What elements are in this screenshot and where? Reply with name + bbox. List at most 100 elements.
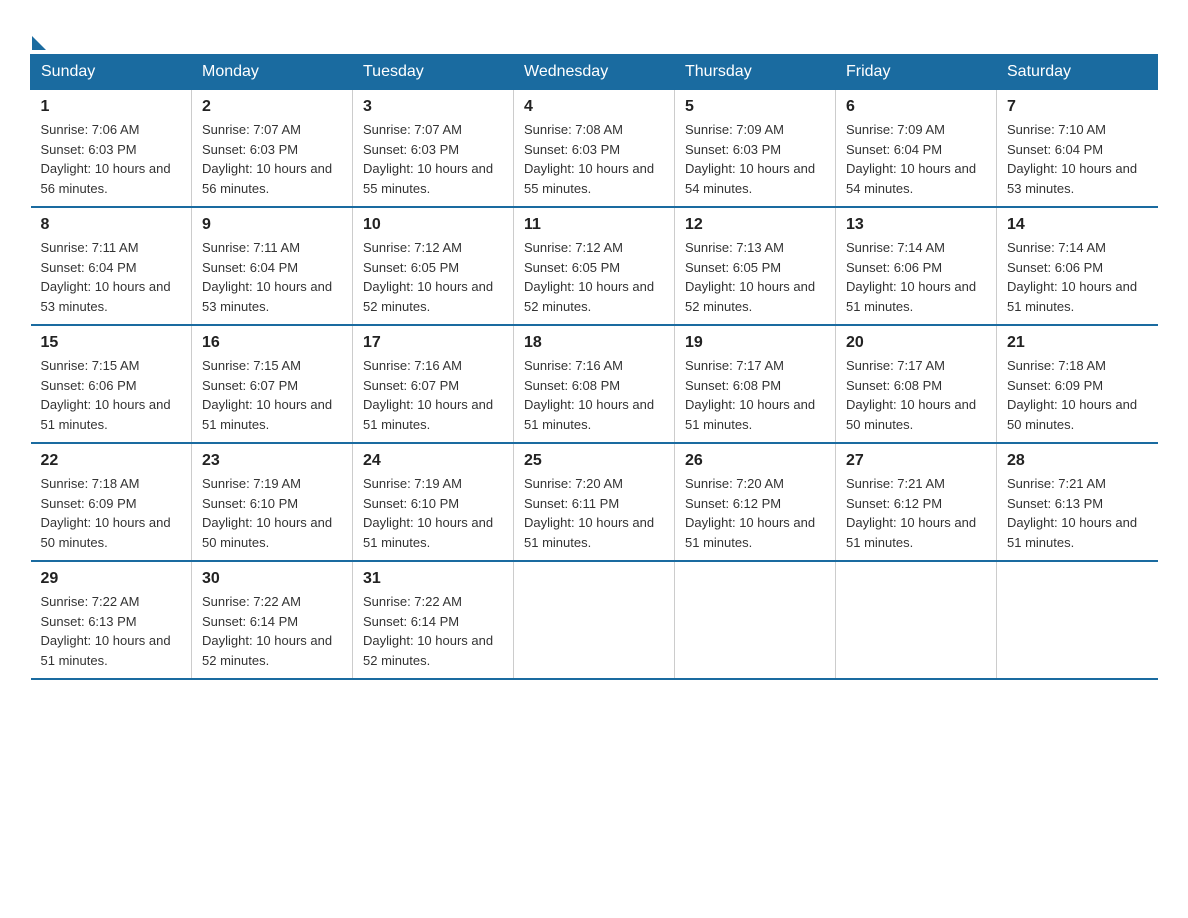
- calendar-header-row: SundayMondayTuesdayWednesdayThursdayFrid…: [31, 55, 1158, 90]
- day-number: 1: [41, 98, 182, 116]
- day-number: 18: [524, 334, 664, 352]
- day-number: 20: [846, 334, 986, 352]
- logo: [30, 30, 46, 46]
- day-info: Sunrise: 7:16 AMSunset: 6:07 PMDaylight:…: [363, 356, 503, 434]
- calendar-cell: [675, 561, 836, 679]
- day-number: 26: [685, 452, 825, 470]
- calendar-cell: 19 Sunrise: 7:17 AMSunset: 6:08 PMDayligh…: [675, 325, 836, 443]
- header-day-saturday: Saturday: [997, 55, 1158, 90]
- day-number: 5: [685, 98, 825, 116]
- calendar-cell: 10Sunrise: 7:12 AMSunset: 6:05 PMDayligh…: [353, 207, 514, 325]
- day-info: Sunrise: 7:14 AMSunset: 6:06 PMDaylight:…: [846, 238, 986, 316]
- calendar-table: SundayMondayTuesdayWednesdayThursdayFrid…: [30, 54, 1158, 680]
- day-info: Sunrise: 7:10 AMSunset: 6:04 PMDaylight:…: [1007, 120, 1148, 198]
- calendar-cell: 5 Sunrise: 7:09 AMSunset: 6:03 PMDaylight…: [675, 90, 836, 208]
- day-info: Sunrise: 7:14 AMSunset: 6:06 PMDaylight:…: [1007, 238, 1148, 316]
- calendar-cell: 24 Sunrise: 7:19 AMSunset: 6:10 PMDayligh…: [353, 443, 514, 561]
- day-number: 6: [846, 98, 986, 116]
- day-number: 19: [685, 334, 825, 352]
- day-info: Sunrise: 7:18 AMSunset: 6:09 PMDaylight:…: [41, 474, 182, 552]
- day-info: Sunrise: 7:17 AMSunset: 6:08 PMDaylight:…: [685, 356, 825, 434]
- day-info: Sunrise: 7:20 AMSunset: 6:12 PMDaylight:…: [685, 474, 825, 552]
- day-number: 13: [846, 216, 986, 234]
- calendar-cell: 11Sunrise: 7:12 AMSunset: 6:05 PMDayligh…: [514, 207, 675, 325]
- header-day-tuesday: Tuesday: [353, 55, 514, 90]
- calendar-cell: 8 Sunrise: 7:11 AMSunset: 6:04 PMDaylight…: [31, 207, 192, 325]
- day-number: 16: [202, 334, 342, 352]
- day-info: Sunrise: 7:18 AMSunset: 6:09 PMDaylight:…: [1007, 356, 1148, 434]
- calendar-cell: 2 Sunrise: 7:07 AMSunset: 6:03 PMDaylight…: [192, 90, 353, 208]
- day-number: 14: [1007, 216, 1148, 234]
- day-info: Sunrise: 7:07 AMSunset: 6:03 PMDaylight:…: [363, 120, 503, 198]
- day-number: 10: [363, 216, 503, 234]
- day-number: 22: [41, 452, 182, 470]
- day-number: 30: [202, 570, 342, 588]
- calendar-cell: 20 Sunrise: 7:17 AMSunset: 6:08 PMDayligh…: [836, 325, 997, 443]
- day-number: 21: [1007, 334, 1148, 352]
- day-number: 11: [524, 216, 664, 234]
- calendar-cell: 9Sunrise: 7:11 AMSunset: 6:04 PMDaylight…: [192, 207, 353, 325]
- calendar-cell: 21 Sunrise: 7:18 AMSunset: 6:09 PMDayligh…: [997, 325, 1158, 443]
- day-number: 24: [363, 452, 503, 470]
- calendar-cell: [836, 561, 997, 679]
- day-number: 25: [524, 452, 664, 470]
- calendar-week-row: 8 Sunrise: 7:11 AMSunset: 6:04 PMDaylight…: [31, 207, 1158, 325]
- day-info: Sunrise: 7:11 AMSunset: 6:04 PMDaylight:…: [41, 238, 182, 316]
- day-info: Sunrise: 7:09 AMSunset: 6:03 PMDaylight:…: [685, 120, 825, 198]
- day-number: 15: [41, 334, 182, 352]
- day-number: 8: [41, 216, 182, 234]
- day-number: 29: [41, 570, 182, 588]
- day-number: 3: [363, 98, 503, 116]
- calendar-cell: 4Sunrise: 7:08 AMSunset: 6:03 PMDaylight…: [514, 90, 675, 208]
- day-info: Sunrise: 7:15 AMSunset: 6:07 PMDaylight:…: [202, 356, 342, 434]
- calendar-cell: 7Sunrise: 7:10 AMSunset: 6:04 PMDaylight…: [997, 90, 1158, 208]
- day-info: Sunrise: 7:07 AMSunset: 6:03 PMDaylight:…: [202, 120, 342, 198]
- calendar-cell: 12 Sunrise: 7:13 AMSunset: 6:05 PMDayligh…: [675, 207, 836, 325]
- header: [30, 20, 1158, 46]
- day-info: Sunrise: 7:19 AMSunset: 6:10 PMDaylight:…: [202, 474, 342, 552]
- day-info: Sunrise: 7:21 AMSunset: 6:12 PMDaylight:…: [846, 474, 986, 552]
- calendar-week-row: 15 Sunrise: 7:15 AMSunset: 6:06 PMDayligh…: [31, 325, 1158, 443]
- day-info: Sunrise: 7:19 AMSunset: 6:10 PMDaylight:…: [363, 474, 503, 552]
- calendar-cell: 23 Sunrise: 7:19 AMSunset: 6:10 PMDayligh…: [192, 443, 353, 561]
- calendar-week-row: 1 Sunrise: 7:06 AMSunset: 6:03 PMDaylight…: [31, 90, 1158, 208]
- header-day-wednesday: Wednesday: [514, 55, 675, 90]
- day-number: 2: [202, 98, 342, 116]
- day-info: Sunrise: 7:22 AMSunset: 6:13 PMDaylight:…: [41, 592, 182, 670]
- day-number: 17: [363, 334, 503, 352]
- day-number: 28: [1007, 452, 1148, 470]
- day-info: Sunrise: 7:13 AMSunset: 6:05 PMDaylight:…: [685, 238, 825, 316]
- day-info: Sunrise: 7:17 AMSunset: 6:08 PMDaylight:…: [846, 356, 986, 434]
- header-day-friday: Friday: [836, 55, 997, 90]
- calendar-cell: 17 Sunrise: 7:16 AMSunset: 6:07 PMDayligh…: [353, 325, 514, 443]
- calendar-cell: 27 Sunrise: 7:21 AMSunset: 6:12 PMDayligh…: [836, 443, 997, 561]
- calendar-cell: [997, 561, 1158, 679]
- day-number: 23: [202, 452, 342, 470]
- calendar-cell: 3 Sunrise: 7:07 AMSunset: 6:03 PMDaylight…: [353, 90, 514, 208]
- day-number: 9: [202, 216, 342, 234]
- calendar-cell: 31Sunrise: 7:22 AMSunset: 6:14 PMDayligh…: [353, 561, 514, 679]
- day-info: Sunrise: 7:16 AMSunset: 6:08 PMDaylight:…: [524, 356, 664, 434]
- calendar-cell: 22 Sunrise: 7:18 AMSunset: 6:09 PMDayligh…: [31, 443, 192, 561]
- calendar-cell: 16 Sunrise: 7:15 AMSunset: 6:07 PMDayligh…: [192, 325, 353, 443]
- header-day-monday: Monday: [192, 55, 353, 90]
- day-number: 12: [685, 216, 825, 234]
- calendar-cell: 29 Sunrise: 7:22 AMSunset: 6:13 PMDayligh…: [31, 561, 192, 679]
- calendar-cell: 25 Sunrise: 7:20 AMSunset: 6:11 PMDayligh…: [514, 443, 675, 561]
- calendar-cell: 26 Sunrise: 7:20 AMSunset: 6:12 PMDayligh…: [675, 443, 836, 561]
- calendar-cell: 15 Sunrise: 7:15 AMSunset: 6:06 PMDayligh…: [31, 325, 192, 443]
- day-number: 27: [846, 452, 986, 470]
- calendar-cell: 28 Sunrise: 7:21 AMSunset: 6:13 PMDayligh…: [997, 443, 1158, 561]
- calendar-cell: 18 Sunrise: 7:16 AMSunset: 6:08 PMDayligh…: [514, 325, 675, 443]
- day-info: Sunrise: 7:09 AMSunset: 6:04 PMDaylight:…: [846, 120, 986, 198]
- day-info: Sunrise: 7:21 AMSunset: 6:13 PMDaylight:…: [1007, 474, 1148, 552]
- calendar-cell: 1 Sunrise: 7:06 AMSunset: 6:03 PMDaylight…: [31, 90, 192, 208]
- logo-triangle-icon: [32, 36, 46, 50]
- calendar-cell: 13 Sunrise: 7:14 AMSunset: 6:06 PMDayligh…: [836, 207, 997, 325]
- day-info: Sunrise: 7:15 AMSunset: 6:06 PMDaylight:…: [41, 356, 182, 434]
- day-info: Sunrise: 7:06 AMSunset: 6:03 PMDaylight:…: [41, 120, 182, 198]
- calendar-week-row: 22 Sunrise: 7:18 AMSunset: 6:09 PMDayligh…: [31, 443, 1158, 561]
- day-number: 31: [363, 570, 503, 588]
- calendar-cell: 6 Sunrise: 7:09 AMSunset: 6:04 PMDaylight…: [836, 90, 997, 208]
- day-info: Sunrise: 7:20 AMSunset: 6:11 PMDaylight:…: [524, 474, 664, 552]
